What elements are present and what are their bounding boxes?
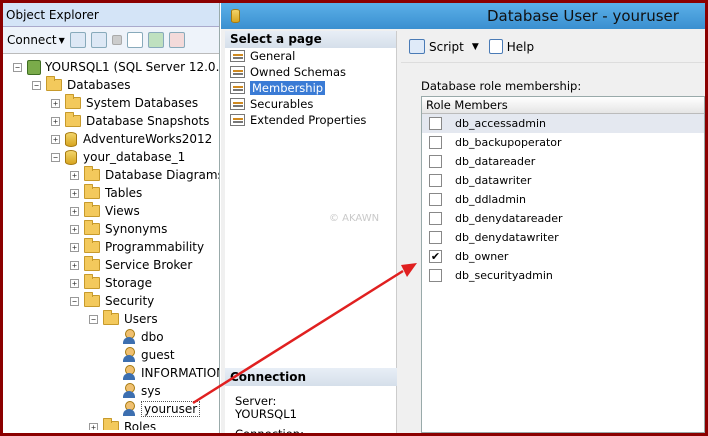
screenshot-frame: Object Explorer Connect ▼ − YOURSQL1 (SQL… (0, 0, 708, 436)
annotation-arrow (192, 263, 417, 405)
arrow-line (192, 269, 404, 405)
arrow-head (401, 263, 417, 277)
